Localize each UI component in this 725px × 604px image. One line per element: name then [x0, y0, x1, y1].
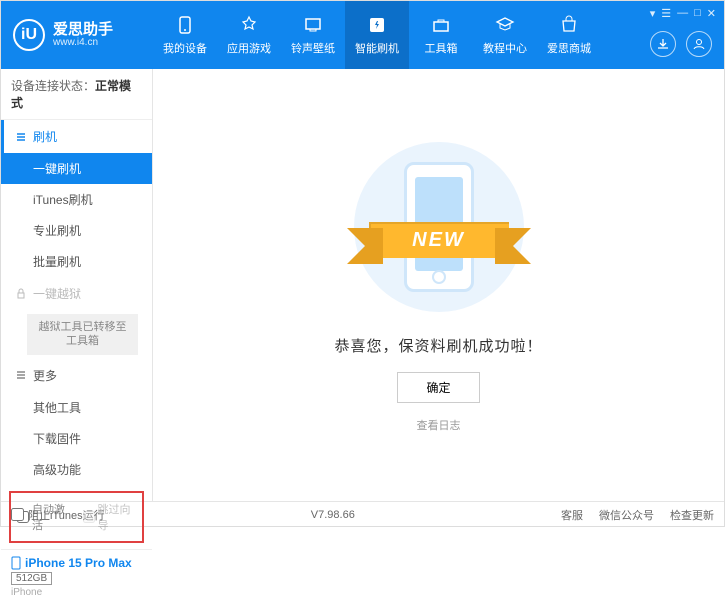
- ringtone-icon: [302, 14, 324, 36]
- version-label: V7.98.66: [311, 509, 355, 521]
- sidebar-item-advanced[interactable]: 高级功能: [1, 454, 152, 485]
- nav-flash[interactable]: 智能刷机: [345, 1, 409, 69]
- minimize-icon[interactable]: —: [677, 7, 688, 20]
- menu-icon[interactable]: ☰: [661, 7, 671, 20]
- device-status: 设备连接状态：正常模式: [1, 69, 152, 120]
- tutorial-icon: [494, 14, 516, 36]
- phone-icon: [11, 556, 21, 570]
- nav-ringtones[interactable]: 铃声壁纸: [281, 1, 345, 69]
- menu-dropdown-icon[interactable]: ▾: [650, 7, 656, 20]
- app-title: 爱思助手: [53, 22, 113, 37]
- device-name[interactable]: iPhone 15 Pro Max: [11, 556, 142, 570]
- footer-support[interactable]: 客服: [561, 507, 583, 523]
- storage-badge: 512GB: [11, 572, 52, 585]
- skip-guide-checkbox[interactable]: 跳过向导: [83, 501, 137, 533]
- sidebar-item-firmware[interactable]: 下载固件: [1, 423, 152, 454]
- device-type: iPhone: [11, 587, 142, 598]
- nav-toolbox[interactable]: 工具箱: [409, 1, 473, 69]
- footer-wechat[interactable]: 微信公众号: [599, 507, 654, 523]
- download-button[interactable]: [650, 31, 676, 57]
- sidebar: 设备连接状态：正常模式 刷机 一键刷机 iTunes刷机 专业刷机 批量刷机 一…: [1, 69, 153, 501]
- jailbreak-note: 越狱工具已转移至工具箱: [27, 314, 138, 355]
- sidebar-item-oneclick[interactable]: 一键刷机: [1, 153, 152, 184]
- new-ribbon: NEW: [369, 222, 509, 258]
- lock-icon: [15, 288, 27, 300]
- close-icon[interactable]: ✕: [707, 7, 716, 20]
- ok-button[interactable]: 确定: [397, 372, 479, 403]
- more-icon: [15, 369, 27, 381]
- success-message: 恭喜您，保资料刷机成功啦！: [334, 335, 542, 356]
- nav-tutorials[interactable]: 教程中心: [473, 1, 537, 69]
- footer-update[interactable]: 检查更新: [670, 507, 714, 523]
- sidebar-section-more[interactable]: 更多: [1, 359, 152, 392]
- device-info: iPhone 15 Pro Max 512GB iPhone: [1, 549, 152, 604]
- sidebar-item-itunes[interactable]: iTunes刷机: [1, 184, 152, 215]
- toolbox-icon: [430, 14, 452, 36]
- main-content: NEW 恭喜您，保资料刷机成功啦！ 确定 查看日志: [153, 69, 724, 501]
- sidebar-item-pro[interactable]: 专业刷机: [1, 215, 152, 246]
- list-icon: [15, 131, 27, 143]
- view-log-link[interactable]: 查看日志: [417, 417, 461, 433]
- sidebar-item-other[interactable]: 其他工具: [1, 392, 152, 423]
- top-nav: 我的设备 应用游戏 铃声壁纸 智能刷机 工具箱 教程中心 爱思商城: [153, 1, 601, 69]
- success-illustration: NEW: [349, 137, 529, 317]
- maximize-icon[interactable]: □: [694, 7, 701, 20]
- nav-apps[interactable]: 应用游戏: [217, 1, 281, 69]
- app-subtitle: www.i4.cn: [53, 37, 113, 48]
- logo-area: iU 爱思助手 www.i4.cn: [1, 19, 153, 51]
- logo-icon: iU: [13, 19, 45, 51]
- user-button[interactable]: [686, 31, 712, 57]
- app-header: iU 爱思助手 www.i4.cn 我的设备 应用游戏 铃声壁纸 智能刷机 工具…: [1, 1, 724, 69]
- nav-store[interactable]: 爱思商城: [537, 1, 601, 69]
- sidebar-section-flash[interactable]: 刷机: [1, 120, 152, 153]
- apps-icon: [238, 14, 260, 36]
- sidebar-item-batch[interactable]: 批量刷机: [1, 246, 152, 277]
- nav-my-device[interactable]: 我的设备: [153, 1, 217, 69]
- sidebar-section-jailbreak: 一键越狱: [1, 277, 152, 310]
- window-controls: ▾ ☰ — □ ✕: [650, 7, 716, 20]
- store-icon: [558, 14, 580, 36]
- device-icon: [174, 14, 196, 36]
- flash-icon: [366, 14, 388, 36]
